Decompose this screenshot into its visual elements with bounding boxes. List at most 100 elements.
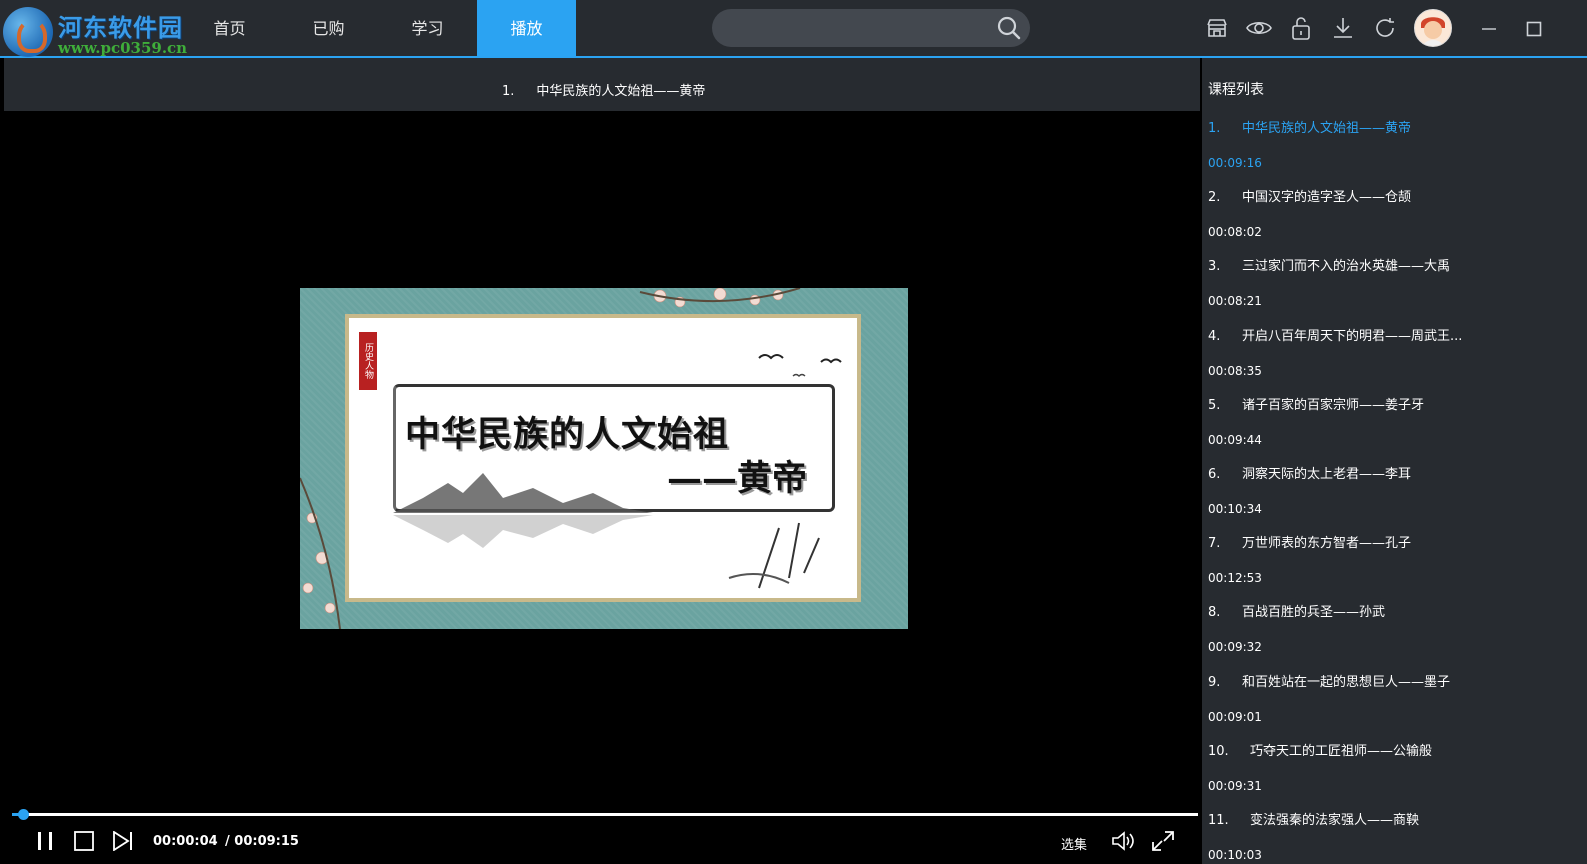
course-number: 5. <box>1208 397 1221 413</box>
course-number: 11. <box>1208 812 1229 828</box>
progress-bar[interactable] <box>12 809 1198 820</box>
shop-icon[interactable] <box>1196 10 1238 46</box>
course-item[interactable]: 8. 百战百胜的兵圣——孙武 00:09:32 <box>1208 605 1578 674</box>
logo-url: www.pc0359.cn <box>58 39 188 57</box>
course-number: 3. <box>1208 259 1221 275</box>
course-name: 洞察天际的太上老君——李耳 <box>1242 466 1412 482</box>
history-seal: 历史人物 <box>359 332 377 390</box>
course-item[interactable]: 10. 巧夺天工的工匠祖师——公输般 00:09:31 <box>1208 744 1578 813</box>
logo-mark <box>3 7 53 57</box>
course-name: 巧夺天工的工匠祖师——公输般 <box>1250 743 1433 759</box>
course-list-title: 课程列表 <box>1208 82 1264 98</box>
course-duration: 00:10:03 <box>1208 847 1262 862</box>
logo: 河东软件园 www.pc0359.cn <box>0 2 200 57</box>
course-name: 开启八百年周天下的明君——周武王... <box>1242 328 1463 344</box>
course-item[interactable]: 6. 洞察天际的太上老君——李耳 00:10:34 <box>1208 467 1578 536</box>
course-name: 中华民族的人文始祖——黄帝 <box>1242 121 1412 136</box>
mountains-decoration <box>393 473 653 548</box>
course-title: 9. 和百姓站在一起的思想巨人——墨子 <box>1208 675 1578 709</box>
course-duration: 00:09:16 <box>1208 156 1262 170</box>
unlock-icon[interactable] <box>1280 10 1322 46</box>
course-duration: 00:08:21 <box>1208 294 1262 309</box>
course-title: 3. 三过家门而不入的治水英雄——大禹 <box>1208 259 1578 293</box>
course-duration: 00:12:53 <box>1208 571 1262 586</box>
course-name: 诸子百家的百家宗师——姜子牙 <box>1242 397 1425 413</box>
course-list-panel: 课程列表 1. 中华民族的人文始祖——黄帝 00:09:16 2. 中国汉字的造字圣人—… <box>1202 58 1587 864</box>
player-controls: 00:00:04 / 00:09:15 选集 <box>4 806 1200 864</box>
player-title-bar: 1. 中华民族的人文始祖——黄帝 <box>4 58 1200 111</box>
logo-text: 河东软件园 <box>58 13 183 42</box>
main-nav: 首页 已购 学习 播放 <box>180 0 576 56</box>
toolbar <box>1196 9 1452 47</box>
birds-decoration <box>758 354 842 377</box>
course-number: 10. <box>1208 743 1229 759</box>
course-title: 4. 开启八百年周天下的明君——周武王... <box>1208 329 1578 363</box>
slide-card: 历史人物 中华民族的人文始祖 ——黄帝 <box>345 314 861 602</box>
course-item[interactable]: 1. 中华民族的人文始祖——黄帝 00:09:16 <box>1208 121 1578 190</box>
slide-title-line2: ——黄帝 <box>667 458 808 499</box>
course-title: 8. 百战百胜的兵圣——孙武 <box>1208 605 1578 639</box>
now-playing-name: 中华民族的人文始祖——黄帝 <box>536 84 706 99</box>
course-item[interactable]: 4. 开启八百年周天下的明君——周武王... 00:08:35 <box>1208 329 1578 398</box>
eye-icon[interactable] <box>1238 10 1280 46</box>
current-time: 00:00:04 <box>153 834 218 849</box>
top-bar: 河东软件园 www.pc0359.cn 首页 已购 学习 播放 <box>0 0 1587 58</box>
nav-play[interactable]: 播放 <box>477 0 576 56</box>
select-episode-button[interactable]: 选集 <box>1061 834 1087 853</box>
course-number: 9. <box>1208 674 1221 690</box>
course-name: 变法强秦的法家强人——商鞅 <box>1250 812 1420 828</box>
avatar[interactable] <box>1414 9 1452 47</box>
course-duration: 00:08:02 <box>1208 225 1262 240</box>
total-time: / 00:09:15 <box>225 834 299 849</box>
nav-home[interactable]: 首页 <box>180 0 279 56</box>
course-number: 8. <box>1208 605 1221 621</box>
next-icon[interactable] <box>110 830 136 852</box>
minimize-icon[interactable] <box>1474 14 1504 44</box>
download-icon[interactable] <box>1322 10 1364 46</box>
course-item[interactable]: 3. 三过家门而不入的治水英雄——大禹 00:08:21 <box>1208 259 1578 328</box>
search-input[interactable] <box>728 17 992 41</box>
course-item[interactable]: 2. 中国汉字的造字圣人——仓颉 00:08:02 <box>1208 190 1578 259</box>
progress-thumb[interactable] <box>18 809 30 820</box>
course-number: 4. <box>1208 328 1221 344</box>
course-number: 6. <box>1208 466 1221 482</box>
search-icon[interactable] <box>996 15 1022 41</box>
volume-icon[interactable] <box>1110 830 1136 852</box>
course-name: 和百姓站在一起的思想巨人——墨子 <box>1242 674 1451 690</box>
course-title: 7. 万世师表的东方智者——孔子 <box>1208 536 1578 570</box>
course-item[interactable]: 5. 诸子百家的百家宗师——姜子牙 00:09:44 <box>1208 398 1578 467</box>
fullscreen-icon[interactable] <box>1150 830 1176 852</box>
course-name: 万世师表的东方智者——孔子 <box>1242 536 1412 552</box>
course-duration: 00:09:32 <box>1208 640 1262 655</box>
course-duration: 00:10:34 <box>1208 501 1262 516</box>
pause-icon[interactable] <box>32 830 58 852</box>
course-name: 中国汉字的造字圣人——仓颉 <box>1242 190 1412 206</box>
course-item[interactable]: 11. 变法强秦的法家强人——商鞅 00:10:03 <box>1208 813 1578 864</box>
video-player[interactable]: 1. 中华民族的人文始祖——黄帝 历史人物 中华民族的人文始祖 ——黄帝 00:… <box>4 58 1200 864</box>
course-duration: 00:09:01 <box>1208 709 1262 724</box>
bamboo-decoration <box>728 522 820 589</box>
course-name: 三过家门而不入的治水英雄——大禹 <box>1242 259 1451 275</box>
nav-study[interactable]: 学习 <box>378 0 477 56</box>
course-title: 2. 中国汉字的造字圣人——仓颉 <box>1208 190 1578 224</box>
refresh-icon[interactable] <box>1364 10 1406 46</box>
now-playing-title: 1. 中华民族的人文始祖——黄帝 <box>502 80 705 99</box>
course-duration: 00:09:31 <box>1208 778 1262 793</box>
course-number: 7. <box>1208 536 1221 552</box>
now-playing-number: 1. <box>502 84 515 99</box>
course-duration: 00:09:44 <box>1208 432 1262 447</box>
course-item[interactable]: 7. 万世师表的东方智者——孔子 00:12:53 <box>1208 536 1578 605</box>
search-box <box>712 9 1030 47</box>
video-frame: 历史人物 中华民族的人文始祖 ——黄帝 <box>300 288 908 629</box>
course-title: 10. 巧夺天工的工匠祖师——公输般 <box>1208 744 1578 778</box>
course-number: 1. <box>1208 121 1221 136</box>
course-number: 2. <box>1208 190 1221 206</box>
course-item[interactable]: 9. 和百姓站在一起的思想巨人——墨子 00:09:01 <box>1208 675 1578 744</box>
course-title: 6. 洞察天际的太上老君——李耳 <box>1208 467 1578 501</box>
course-name: 百战百胜的兵圣——孙武 <box>1242 605 1386 621</box>
maximize-icon[interactable] <box>1519 14 1549 44</box>
nav-purchased[interactable]: 已购 <box>279 0 378 56</box>
course-title: 1. 中华民族的人文始祖——黄帝 <box>1208 121 1578 155</box>
course-duration: 00:08:35 <box>1208 363 1262 378</box>
stop-icon[interactable] <box>71 830 97 852</box>
